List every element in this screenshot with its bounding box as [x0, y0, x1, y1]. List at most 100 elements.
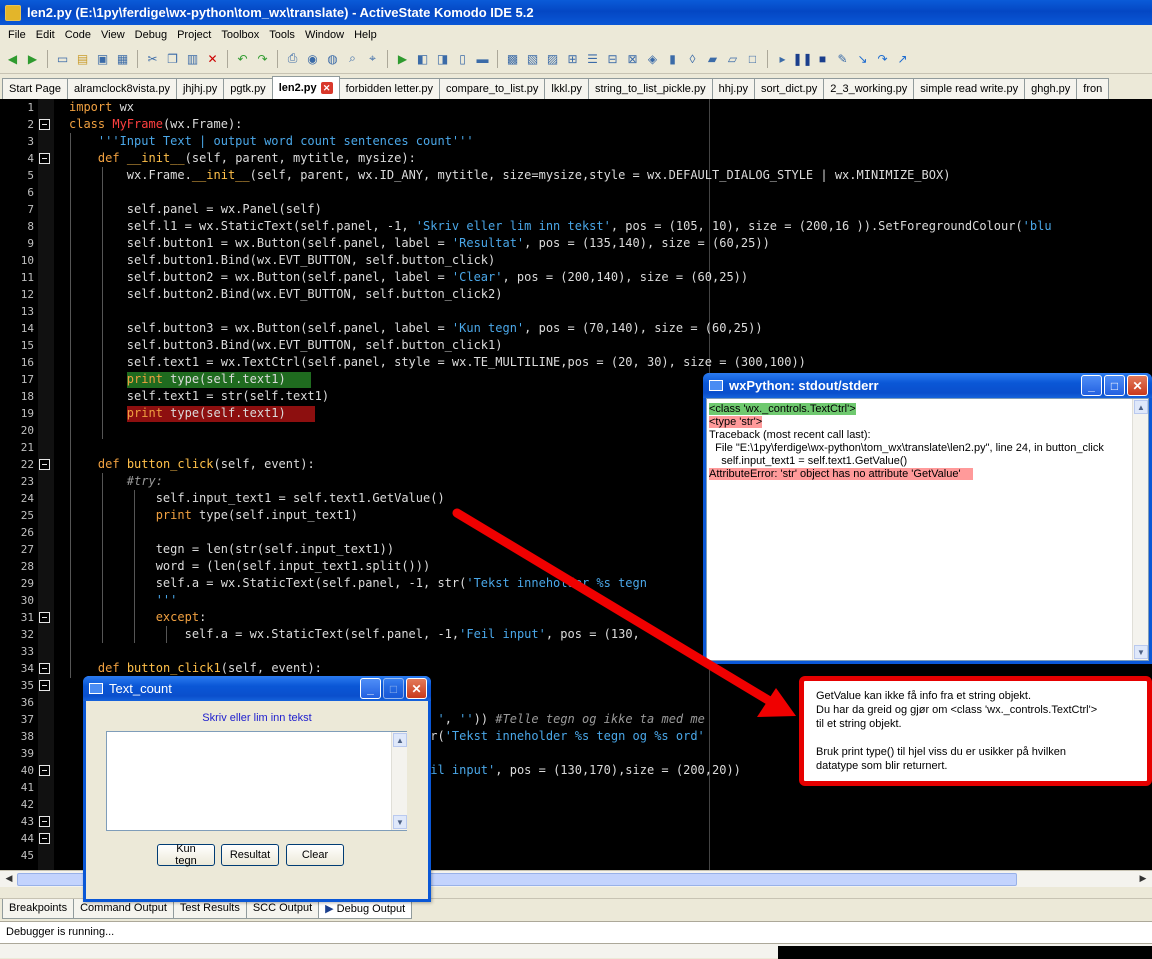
- undo-icon[interactable]: ↶: [234, 50, 251, 67]
- toolbox-icon[interactable]: ▩: [504, 50, 521, 67]
- menu-view[interactable]: View: [97, 29, 131, 41]
- scroll-down-icon[interactable]: ▼: [1134, 645, 1148, 659]
- bookmark-icon[interactable]: ◊: [684, 50, 701, 67]
- grid-icon[interactable]: ⊞: [564, 50, 581, 67]
- debug-pause-icon[interactable]: ❚❚: [792, 50, 812, 67]
- window-caption[interactable]: Text_count _ □ ✕: [83, 676, 431, 701]
- copy-icon[interactable]: ❐: [164, 50, 181, 67]
- tab-fron[interactable]: fron: [1076, 78, 1110, 99]
- step-over-icon[interactable]: ↷: [874, 50, 891, 67]
- minimize-button[interactable]: _: [1081, 375, 1102, 396]
- cut-icon[interactable]: ✂: [144, 50, 161, 67]
- scroll-left-icon[interactable]: ◀: [2, 873, 16, 886]
- forward-icon[interactable]: ▶: [24, 50, 41, 67]
- tab-forbidden-letter[interactable]: forbidden letter.py: [338, 78, 441, 99]
- wxpython-output-window[interactable]: wxPython: stdout/stderr _ □ ✕ <class 'wx…: [703, 373, 1152, 664]
- delete-icon[interactable]: ✕: [204, 50, 221, 67]
- box-icon[interactable]: □: [744, 50, 761, 67]
- record-icon[interactable]: ◈: [644, 50, 661, 67]
- browser-icon[interactable]: ◍: [324, 50, 341, 67]
- text-input-area[interactable]: [106, 731, 407, 831]
- debug-go-icon[interactable]: ▸: [774, 50, 791, 67]
- menu-debug[interactable]: Debug: [131, 29, 173, 41]
- debug-stop-icon[interactable]: ■: [814, 50, 831, 67]
- tab-debug-output[interactable]: ▶ Debug Output: [318, 899, 413, 919]
- kun-tegn-button[interactable]: Kun tegn: [157, 843, 215, 867]
- menu-tools[interactable]: Tools: [265, 29, 301, 41]
- tab-simple-read-write[interactable]: simple read write.py: [913, 78, 1026, 99]
- menu-edit[interactable]: Edit: [32, 29, 61, 41]
- tab-start-page[interactable]: Start Page: [2, 78, 68, 99]
- menu-project[interactable]: Project: [173, 29, 217, 41]
- menu-window[interactable]: Window: [301, 29, 350, 41]
- macro-icon[interactable]: ⊠: [624, 50, 641, 67]
- fold-toggle-icon[interactable]: [39, 119, 50, 130]
- fold-toggle-icon[interactable]: [39, 663, 50, 674]
- split-view-icon[interactable]: ◧: [414, 50, 431, 67]
- menu-file[interactable]: File: [4, 29, 32, 41]
- scroll-down-icon[interactable]: ▼: [393, 815, 407, 829]
- tab-2-3-working[interactable]: 2_3_working.py: [823, 78, 915, 99]
- step-out-icon[interactable]: ↗: [894, 50, 911, 67]
- replace-icon[interactable]: ⌖: [364, 50, 381, 67]
- fold-toggle-icon[interactable]: [39, 833, 50, 844]
- open-file-icon[interactable]: ▤: [74, 50, 91, 67]
- fold-toggle-icon[interactable]: [39, 765, 50, 776]
- run-icon[interactable]: ▶: [394, 50, 411, 67]
- tab-pgtk[interactable]: pgtk.py: [223, 78, 273, 99]
- tab-scc-output[interactable]: SCC Output: [245, 899, 320, 919]
- layout-icon[interactable]: ▬: [474, 50, 491, 67]
- new-file-icon[interactable]: ▭: [54, 50, 71, 67]
- preview-icon[interactable]: ◉: [304, 50, 321, 67]
- tab-command-output[interactable]: Command Output: [73, 899, 174, 919]
- text-count-window[interactable]: Text_count _ □ ✕ Skriv eller lim inn tek…: [83, 676, 431, 902]
- sidebar-icon[interactable]: ▨: [544, 50, 561, 67]
- fold-toggle-icon[interactable]: [39, 816, 50, 827]
- tab-test-results[interactable]: Test Results: [172, 899, 247, 919]
- debug-inspect-icon[interactable]: ✎: [834, 50, 851, 67]
- fold-toggle-icon[interactable]: [39, 459, 50, 470]
- scroll-up-icon[interactable]: ▲: [1134, 400, 1148, 414]
- find-icon[interactable]: ⌕: [344, 50, 361, 67]
- back-icon[interactable]: ◀: [4, 50, 21, 67]
- scroll-right-icon[interactable]: ▶: [1136, 873, 1150, 886]
- tab-jhjhj[interactable]: jhjhj.py: [175, 78, 225, 99]
- project-icon[interactable]: ▧: [524, 50, 541, 67]
- fold-toggle-icon[interactable]: [39, 612, 50, 623]
- close-button[interactable]: ✕: [406, 678, 427, 699]
- tab-string-to-list-pickle[interactable]: string_to_list_pickle.py: [587, 78, 713, 99]
- clear-button[interactable]: Clear: [286, 844, 344, 866]
- menu-toolbox[interactable]: Toolbox: [217, 29, 265, 41]
- window-caption[interactable]: wxPython: stdout/stderr _ □ ✕: [703, 373, 1152, 398]
- tab-alramclock8vista[interactable]: alramclock8vista.py: [66, 78, 177, 99]
- step-in-icon[interactable]: ↘: [854, 50, 871, 67]
- menu-code[interactable]: Code: [61, 29, 97, 41]
- terminal-icon[interactable]: ▮: [664, 50, 681, 67]
- scroll-up-icon[interactable]: ▲: [393, 733, 407, 747]
- tab-compare-to-list[interactable]: compare_to_list.py: [439, 78, 546, 99]
- text-input-scrollbar[interactable]: ▲ ▼: [391, 732, 407, 830]
- tab-ghgh[interactable]: ghgh.py: [1024, 78, 1078, 99]
- maximize-button[interactable]: □: [1104, 375, 1125, 396]
- save-all-icon[interactable]: ▦: [114, 50, 131, 67]
- print-icon[interactable]: ⎙: [284, 50, 301, 67]
- output-textarea[interactable]: <class 'wx._controls.TextCtrl'> <type 's…: [706, 398, 1149, 661]
- tab-sort-dict[interactable]: sort_dict.py: [753, 78, 825, 99]
- tab-close-icon[interactable]: ✕: [320, 82, 333, 94]
- menu-help[interactable]: Help: [350, 29, 383, 41]
- close-button[interactable]: ✕: [1127, 375, 1148, 396]
- paste-icon[interactable]: ▥: [184, 50, 201, 67]
- panel-icon[interactable]: ▯: [454, 50, 471, 67]
- redo-icon[interactable]: ↷: [254, 50, 271, 67]
- stack-icon[interactable]: ▱: [724, 50, 741, 67]
- fold-toggle-icon[interactable]: [39, 680, 50, 691]
- tab-len2[interactable]: len2.py ✕: [271, 76, 340, 99]
- toggle-pane-icon[interactable]: ◨: [434, 50, 451, 67]
- tab-lkkl[interactable]: lkkl.py: [544, 78, 589, 99]
- save-icon[interactable]: ▣: [94, 50, 111, 67]
- chart-icon[interactable]: ▰: [704, 50, 721, 67]
- output-vertical-scrollbar[interactable]: ▲ ▼: [1132, 399, 1148, 660]
- list-icon[interactable]: ☰: [584, 50, 601, 67]
- tag-icon[interactable]: ⊟: [604, 50, 621, 67]
- fold-toggle-icon[interactable]: [39, 153, 50, 164]
